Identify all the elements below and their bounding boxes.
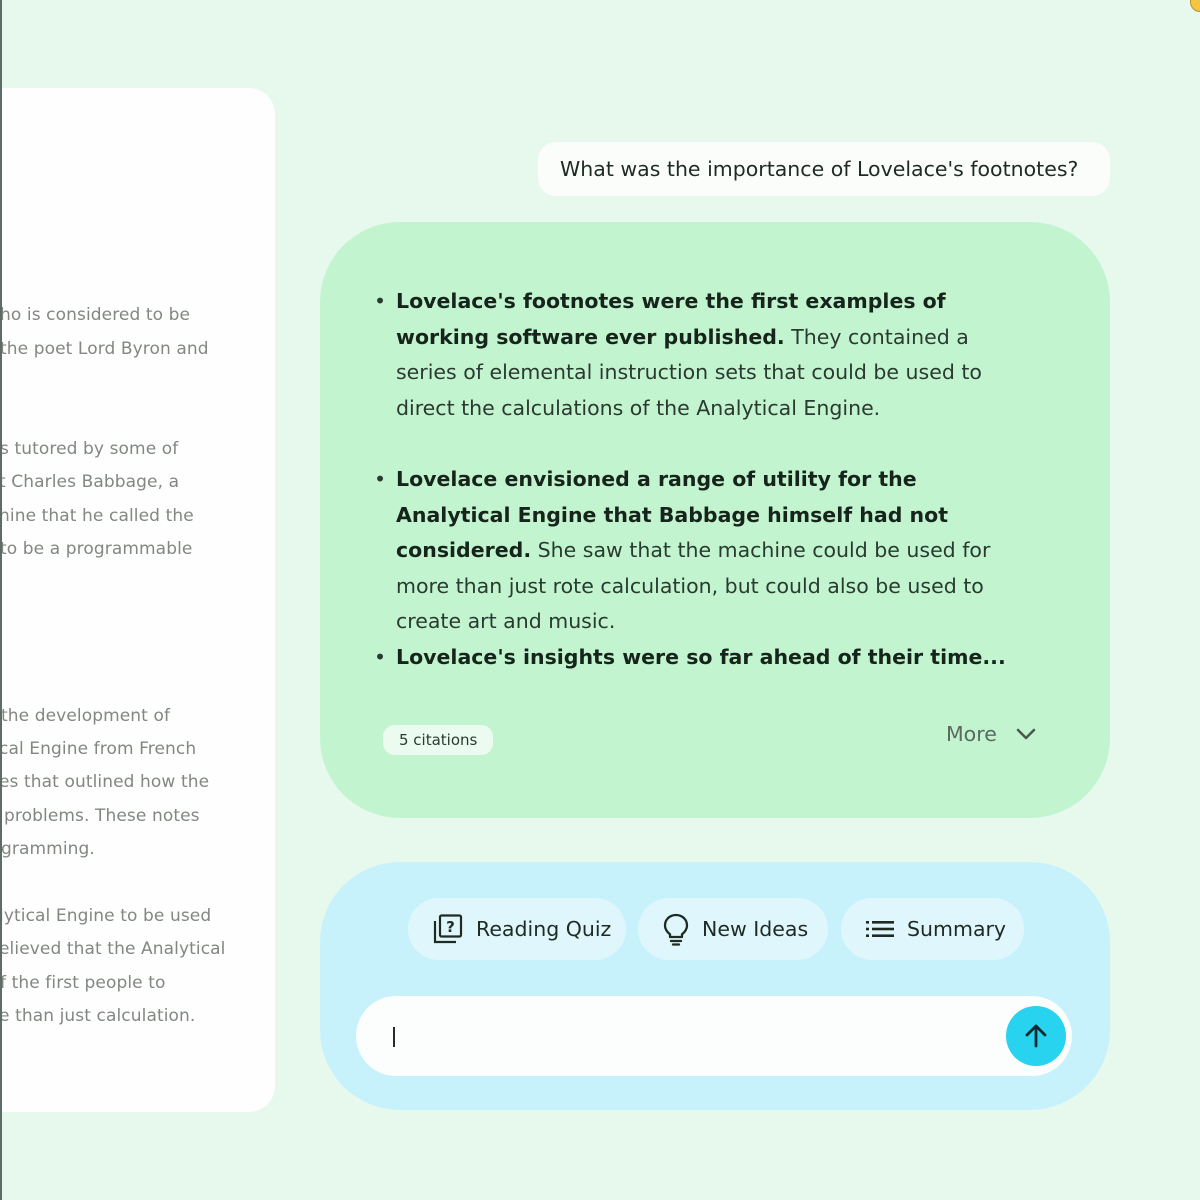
document-line: lytical Engine to be used <box>2 906 212 926</box>
document-line: t Charles Babbage, a <box>2 472 180 492</box>
new-ideas-button[interactable]: New Ideas <box>638 898 828 960</box>
lightbulb-icon <box>663 913 689 946</box>
document-line: to be a programmable <box>2 539 193 559</box>
more-button[interactable]: More <box>946 718 1037 750</box>
document-line: gramming. <box>2 839 95 859</box>
document-line: s tutored by some of <box>2 439 179 459</box>
action-card: ? Reading Quiz New Ideas Summary <box>320 862 1110 1110</box>
chevron-down-icon <box>1016 728 1036 740</box>
response-card: Lovelace's footnotes were the first exam… <box>320 222 1110 818</box>
arrow-up-icon <box>1025 1024 1047 1048</box>
bullet-headline: Lovelace's insights were so far ahead of… <box>396 645 1006 669</box>
response-bullet: Lovelace envisioned a range of utility f… <box>374 462 1036 640</box>
user-query-bubble: What was the importance of Lovelace's fo… <box>538 142 1110 196</box>
document-line: the development of <box>2 706 171 726</box>
more-label: More <box>946 722 997 746</box>
citations-chip[interactable]: 5 citations <box>383 725 494 755</box>
chat-input[interactable] <box>356 996 1072 1076</box>
document-line: problems. These notes <box>4 806 200 826</box>
document-line: f the first people to <box>2 973 166 993</box>
send-button[interactable] <box>1006 1006 1066 1066</box>
summary-button[interactable]: Summary <box>841 898 1024 960</box>
document-line: e than just calculation. <box>2 1006 196 1026</box>
svg-text:?: ? <box>446 918 455 936</box>
reading-quiz-label: Reading Quiz <box>476 917 612 941</box>
document-line: hine that he called the <box>2 506 194 526</box>
list-icon <box>866 921 894 937</box>
response-bullet: Lovelace's insights were so far ahead of… <box>374 640 1036 676</box>
document-line: the poet Lord Byron and <box>2 339 209 359</box>
document-line: es that outlined how the <box>2 772 210 792</box>
reading-quiz-button[interactable]: ? Reading Quiz <box>408 898 626 960</box>
document-panel: ho is considered to be the poet Lord Byr… <box>2 88 275 1112</box>
text-caret <box>393 1027 395 1047</box>
quiz-icon: ? <box>433 914 463 944</box>
response-bullet: Lovelace's footnotes were the first exam… <box>374 284 1036 426</box>
document-line: ho is considered to be <box>2 305 191 325</box>
new-ideas-label: New Ideas <box>702 917 809 941</box>
emoji-icon <box>1190 0 1200 12</box>
summary-label: Summary <box>907 917 1007 941</box>
document-line: cal Engine from French <box>2 739 197 759</box>
document-line: elieved that the Analytical <box>2 939 226 959</box>
